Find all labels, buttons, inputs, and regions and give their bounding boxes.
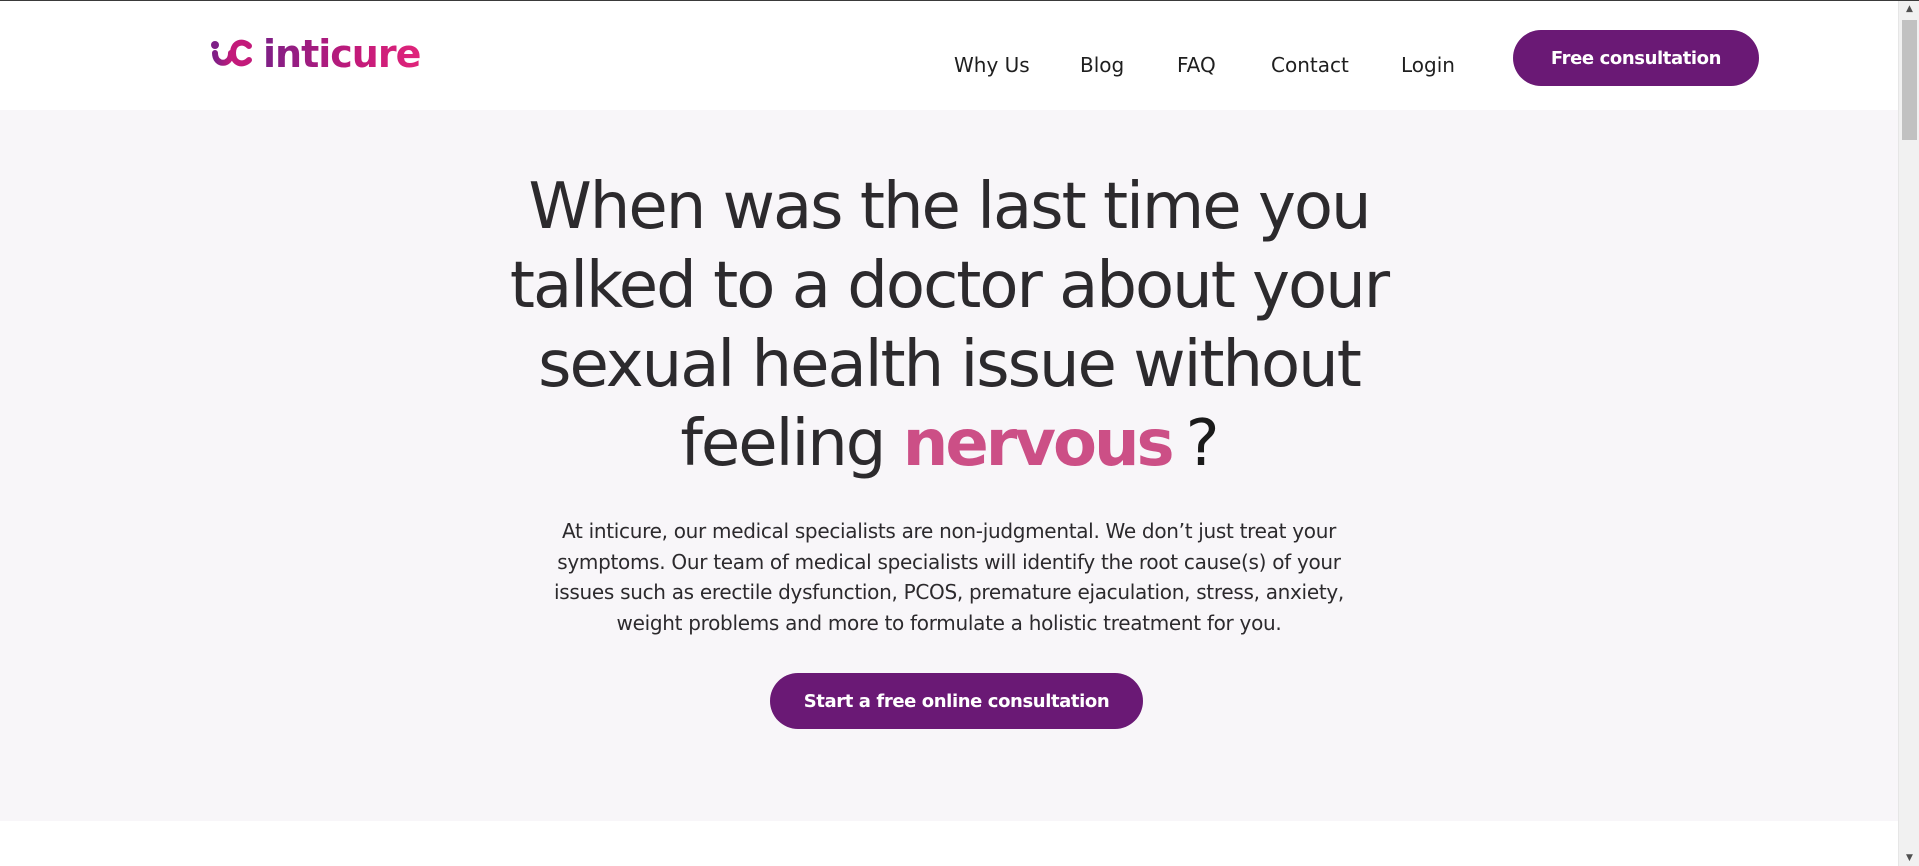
hero-headline: When was the last time you talked to a d…: [459, 168, 1439, 484]
nav-why-us[interactable]: Why Us: [954, 51, 1030, 79]
free-consultation-button[interactable]: Free consultation: [1513, 30, 1759, 86]
scroll-down-arrow-icon[interactable]: ▼: [1899, 850, 1919, 866]
nav-login[interactable]: Login: [1401, 51, 1455, 79]
scrollbar-thumb[interactable]: [1902, 20, 1917, 140]
nav-faq[interactable]: FAQ: [1177, 51, 1216, 79]
hero-description: At inticure, our medical specialists are…: [554, 519, 1344, 635]
nav-contact[interactable]: Contact: [1271, 51, 1349, 79]
headline-question-mark: ?: [1185, 407, 1220, 481]
start-consultation-button[interactable]: Start a free online consultation: [770, 673, 1143, 729]
headline-line-2: talked to a doctor about your: [509, 249, 1390, 323]
hero-section: When was the last time you talked to a d…: [0, 110, 1898, 821]
nav-blog[interactable]: Blog: [1080, 51, 1124, 79]
site-header: inticure Why Us Blog FAQ Contact Login F…: [0, 1, 1898, 110]
headline-line-4-prefix: feeling: [680, 407, 886, 481]
headline-line-1: When was the last time you: [528, 170, 1371, 244]
page-scrollbar[interactable]: ▲ ▼: [1898, 1, 1919, 866]
headline-accent-word: nervous: [902, 407, 1175, 481]
page: inticure Why Us Blog FAQ Contact Login F…: [0, 0, 1919, 866]
scroll-up-arrow-icon[interactable]: ▲: [1899, 1, 1919, 18]
headline-line-3: sexual health issue without: [538, 328, 1362, 402]
